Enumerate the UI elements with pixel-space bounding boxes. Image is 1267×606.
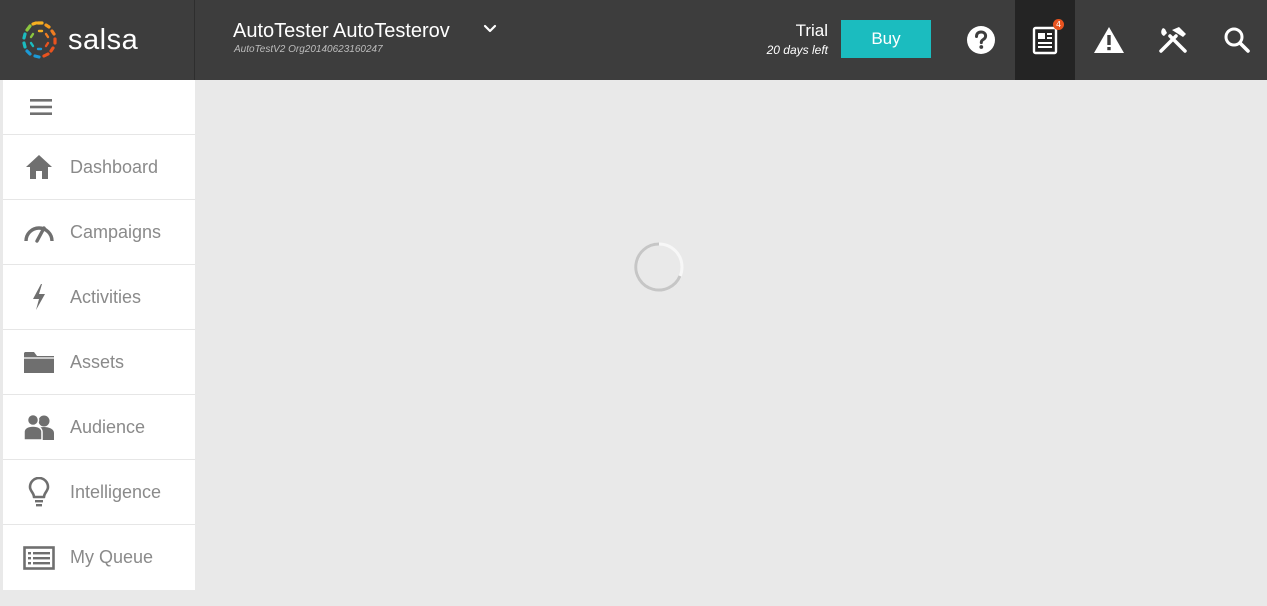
tools-button[interactable]	[1143, 0, 1203, 80]
sidebar-item-activities[interactable]: Activities	[3, 265, 195, 330]
chevron-down-icon[interactable]	[483, 22, 497, 41]
salsa-logo[interactable]: salsa	[0, 0, 195, 80]
sidebar-item-assets[interactable]: Assets	[3, 330, 195, 395]
speedometer-icon	[3, 200, 70, 265]
trial-days-left: 20 days left	[766, 43, 828, 57]
buy-button[interactable]: Buy	[841, 20, 931, 58]
help-icon	[967, 26, 995, 54]
sidebar-item-label: Campaigns	[70, 221, 162, 242]
home-icon	[3, 135, 70, 200]
sidebar-item-label: Audience	[70, 416, 146, 437]
menu-toggle-button[interactable]	[3, 80, 195, 135]
sidebar-item-label: Intelligence	[70, 481, 162, 502]
people-icon	[3, 395, 70, 460]
sidebar-item-my-queue[interactable]: My Queue	[3, 525, 195, 590]
notification-badge: 4	[1053, 19, 1064, 30]
sidebar-item-intelligence[interactable]: Intelligence	[3, 460, 195, 525]
alerts-button[interactable]	[1079, 0, 1139, 80]
sidebar-item-label: Dashboard	[70, 156, 159, 177]
account-name: AutoTester AutoTesterov	[233, 20, 450, 42]
alert-icon	[1094, 27, 1124, 53]
trial-status: Trial 20 days left	[740, 20, 828, 60]
news-icon	[1032, 26, 1058, 55]
hamburger-icon	[30, 99, 52, 115]
search-icon	[1224, 27, 1250, 53]
logo-text: salsa	[68, 23, 139, 56]
lightbulb-icon	[3, 460, 70, 525]
help-button[interactable]	[951, 0, 1011, 80]
top-bar: salsa AutoTester AutoTesterov AutoTestV2…	[0, 0, 1267, 80]
salsa-logo-icon	[22, 21, 57, 59]
account-org: AutoTestV2 Org20140623160247	[234, 44, 383, 55]
loading-spinner	[634, 242, 684, 292]
list-icon	[3, 525, 70, 590]
main-content	[195, 80, 1267, 606]
sidebar-item-dashboard[interactable]: Dashboard	[3, 135, 195, 200]
sidebar-item-label: Activities	[70, 286, 142, 307]
sidebar-item-label: Assets	[70, 351, 125, 372]
search-button[interactable]	[1207, 0, 1267, 80]
sidebar-item-campaigns[interactable]: Campaigns	[3, 200, 195, 265]
trial-label: Trial	[795, 21, 828, 40]
lightning-icon	[3, 265, 70, 330]
sidebar-item-label: My Queue	[70, 547, 154, 567]
account-switcher[interactable]: AutoTester AutoTesterov AutoTestV2 Org20…	[233, 20, 523, 60]
tools-icon	[1159, 27, 1187, 53]
sidebar: Dashboard Campaigns Activities Assets Au…	[0, 80, 195, 590]
sidebar-item-audience[interactable]: Audience	[3, 395, 195, 460]
news-button[interactable]: 4	[1015, 0, 1075, 80]
folder-icon	[3, 330, 70, 395]
